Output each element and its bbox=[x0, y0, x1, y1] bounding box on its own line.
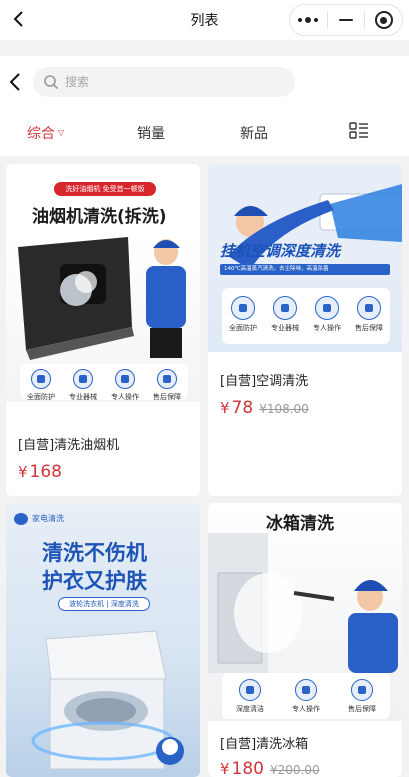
grid-list-toggle-icon[interactable] bbox=[349, 122, 369, 140]
sort-tab-comprehensive[interactable]: 综合 ▽ bbox=[27, 123, 64, 143]
sort-tab-sales[interactable]: 销量 bbox=[137, 123, 165, 143]
product-image-title-line1: 清洗不伤机 bbox=[42, 541, 147, 565]
minimize-icon[interactable] bbox=[328, 5, 365, 35]
product-card-refrigerator[interactable]: 冰箱清洗 深度清洁 专人操作 售后保障 [自营]清洗冰箱 ¥180 ¥200.00 bbox=[208, 503, 402, 777]
sort-tab-new[interactable]: 新品 bbox=[240, 123, 268, 143]
product-price: ¥180 ¥200.00 bbox=[220, 759, 320, 777]
search-icon bbox=[44, 75, 59, 90]
original-price: ¥108.00 bbox=[259, 402, 309, 416]
service-badges: 全面防护 专业器械 专人操作 售后保障 bbox=[20, 364, 188, 401]
more-dots-icon[interactable] bbox=[290, 5, 327, 35]
product-card-range-hood[interactable]: 洗好油烟机 免受首一顿饭 油烟机清洗(拆洗) 全面防护 专业器械 专人操作 售后… bbox=[6, 164, 200, 496]
mini-program-capsule bbox=[289, 4, 403, 36]
product-price: ¥78 ¥108.00 bbox=[220, 398, 309, 418]
product-name: [自营]清洗冰箱 bbox=[220, 737, 309, 752]
search-box[interactable] bbox=[33, 67, 295, 97]
product-image-title: 冰箱清洗 bbox=[266, 514, 334, 534]
search-row bbox=[0, 56, 409, 108]
search-input[interactable] bbox=[65, 75, 265, 89]
chevron-down-icon: ▽ bbox=[58, 128, 65, 137]
brand-logo-icon bbox=[14, 513, 28, 525]
product-image-subtitle: 140℃高温蒸汽清洗，去尘除味，高温杀菌 bbox=[220, 264, 390, 275]
refrigerator-illustration bbox=[208, 533, 398, 673]
product-image-refrigerator: 冰箱清洗 深度清洁 专人操作 售后保障 bbox=[208, 503, 402, 721]
product-image-title: 挂机空调深度清洗 bbox=[220, 242, 341, 260]
range-hood-illustration bbox=[18, 237, 186, 360]
service-badges: 深度清洁 专人操作 售后保障 bbox=[222, 673, 390, 719]
product-card-washing-machine[interactable]: 家电清洗 清洗不伤机 护衣又护肤 波轮洗衣机 | 深度清洗 bbox=[6, 503, 200, 777]
product-price: ¥168 bbox=[18, 462, 62, 482]
navigation-bar: 列表 bbox=[0, 0, 409, 40]
product-image-title-line2: 护衣又护肤 bbox=[42, 569, 147, 593]
product-image-tag: 波轮洗衣机 | 深度清洗 bbox=[58, 597, 150, 611]
product-image-range-hood: 洗好油烟机 免受首一顿饭 油烟机清洗(拆洗) 全面防护 专业器械 专人操作 售后… bbox=[6, 164, 200, 402]
product-card-air-conditioner[interactable]: 挂机空调深度清洗 140℃高温蒸汽清洗，去尘除味，高温杀菌 全面防护 专业器械 … bbox=[208, 164, 402, 496]
original-price: ¥200.00 bbox=[270, 763, 320, 777]
sort-bar: 综合 ▽ 销量 新品 bbox=[0, 108, 409, 156]
search-back-chevron-icon[interactable] bbox=[8, 72, 26, 92]
product-name: [自营]空调清洗 bbox=[220, 374, 309, 389]
promo-badge: 洗好油烟机 免受首一顿饭 bbox=[54, 182, 156, 196]
product-image-air-conditioner: 挂机空调深度清洗 140℃高温蒸汽清洗，去尘除味，高温杀菌 全面防护 专业器械 … bbox=[208, 164, 402, 352]
washing-machine-illustration bbox=[31, 630, 184, 770]
sort-tab-label: 综合 bbox=[27, 126, 55, 142]
product-image-title: 油烟机清洗(拆洗) bbox=[32, 207, 167, 227]
product-name: [自营]清洗油烟机 bbox=[18, 438, 120, 453]
close-target-icon[interactable] bbox=[365, 5, 402, 35]
service-badges: 全面防护 专业器械 专人操作 售后保障 bbox=[222, 288, 390, 344]
product-image-washing-machine: 家电清洗 清洗不伤机 护衣又护肤 波轮洗衣机 | 深度清洗 bbox=[6, 503, 200, 777]
